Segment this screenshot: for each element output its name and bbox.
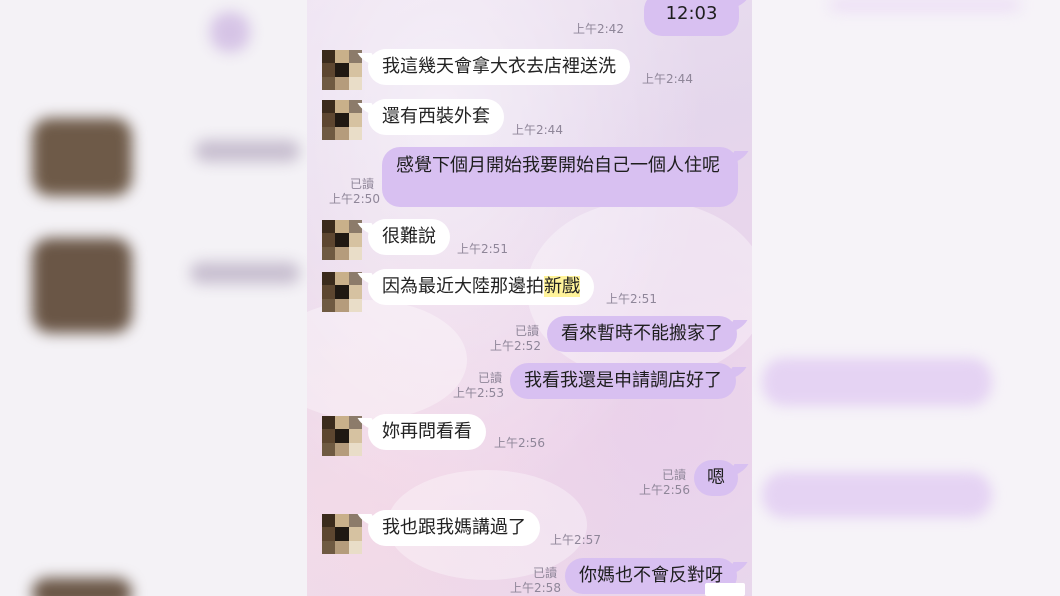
blurred-avatar xyxy=(32,118,132,196)
blurred-right-background xyxy=(752,0,1060,596)
message-timestamp: 上午2:44 xyxy=(642,72,693,86)
message-text: 看來暫時不能搬家了 xyxy=(561,323,723,344)
blurred-bubble xyxy=(762,358,992,406)
message-text: 我也跟我媽講過了 xyxy=(382,517,526,538)
message-timestamp: 上午2:51 xyxy=(606,292,657,306)
blurred-shape xyxy=(830,0,1020,10)
contact-avatar[interactable] xyxy=(322,272,362,312)
message-bubble-outgoing[interactable]: 嗯 xyxy=(694,460,738,496)
message-text: 我看我還是申請調店好了 xyxy=(524,370,722,391)
message-text: 因為最近大陸那邊拍 xyxy=(382,276,544,297)
partial-element xyxy=(705,583,745,596)
message-timestamp: 上午2:56 xyxy=(639,483,690,497)
message-text: 我這幾天會拿大衣去店裡送洗 xyxy=(382,56,616,77)
message-bubble-outgoing[interactable]: 看來暫時不能搬家了 xyxy=(547,316,737,352)
message-bubble-incoming[interactable]: 還有西裝外套 xyxy=(368,99,504,135)
message-timestamp: 上午2:58 xyxy=(510,581,561,595)
message-bubble-incoming[interactable]: 我也跟我媽講過了 xyxy=(368,510,540,546)
message-timestamp: 上午2:50 xyxy=(329,192,380,206)
blurred-left-background xyxy=(0,0,307,596)
message-bubble-outgoing[interactable]: 12:03 xyxy=(644,0,739,36)
message-timestamp: 上午2:57 xyxy=(550,533,601,547)
contact-avatar[interactable] xyxy=(322,220,362,260)
blurred-shape xyxy=(190,262,300,284)
message-timestamp: 上午2:51 xyxy=(457,242,508,256)
contact-avatar[interactable] xyxy=(322,100,362,140)
blurred-avatar xyxy=(32,578,132,596)
highlighted-text: 新戲 xyxy=(544,276,580,297)
background-decoration xyxy=(307,300,467,420)
message-text: 妳再問看看 xyxy=(382,421,472,442)
message-text: 很難說 xyxy=(382,226,436,247)
message-timestamp: 上午2:52 xyxy=(490,339,541,353)
message-timestamp: 上午2:53 xyxy=(453,386,504,400)
message-text: 你媽也不會反對呀 xyxy=(579,565,723,586)
contact-avatar[interactable] xyxy=(322,416,362,456)
message-bubble-outgoing[interactable]: 感覺下個月開始我要開始自己一個人住呢 xyxy=(382,147,738,207)
message-bubble-incoming[interactable]: 因為最近大陸那邊拍新戲 xyxy=(368,269,594,305)
message-text: 感覺下個月開始我要開始自己一個人住呢 xyxy=(396,155,720,176)
message-text: 還有西裝外套 xyxy=(382,106,490,127)
blurred-shape xyxy=(195,140,300,162)
contact-avatar[interactable] xyxy=(322,50,362,90)
blurred-avatar xyxy=(32,238,132,333)
chat-window[interactable]: 12:03 上午2:42 我這幾天會拿大衣去店裡送洗 上午2:44 還有西裝外套… xyxy=(307,0,752,596)
message-bubble-incoming[interactable]: 我這幾天會拿大衣去店裡送洗 xyxy=(368,49,630,85)
blurred-shape xyxy=(210,12,250,52)
message-text: 12:03 xyxy=(665,3,718,24)
message-timestamp: 上午2:56 xyxy=(494,436,545,450)
contact-avatar[interactable] xyxy=(322,514,362,554)
message-text: 嗯 xyxy=(707,467,725,488)
message-bubble-incoming[interactable]: 妳再問看看 xyxy=(368,414,486,450)
message-timestamp: 上午2:44 xyxy=(512,123,563,137)
message-bubble-outgoing[interactable]: 我看我還是申請調店好了 xyxy=(510,363,736,399)
blurred-bubble xyxy=(762,472,992,518)
message-bubble-incoming[interactable]: 很難說 xyxy=(368,219,450,255)
message-timestamp: 上午2:42 xyxy=(573,22,624,36)
